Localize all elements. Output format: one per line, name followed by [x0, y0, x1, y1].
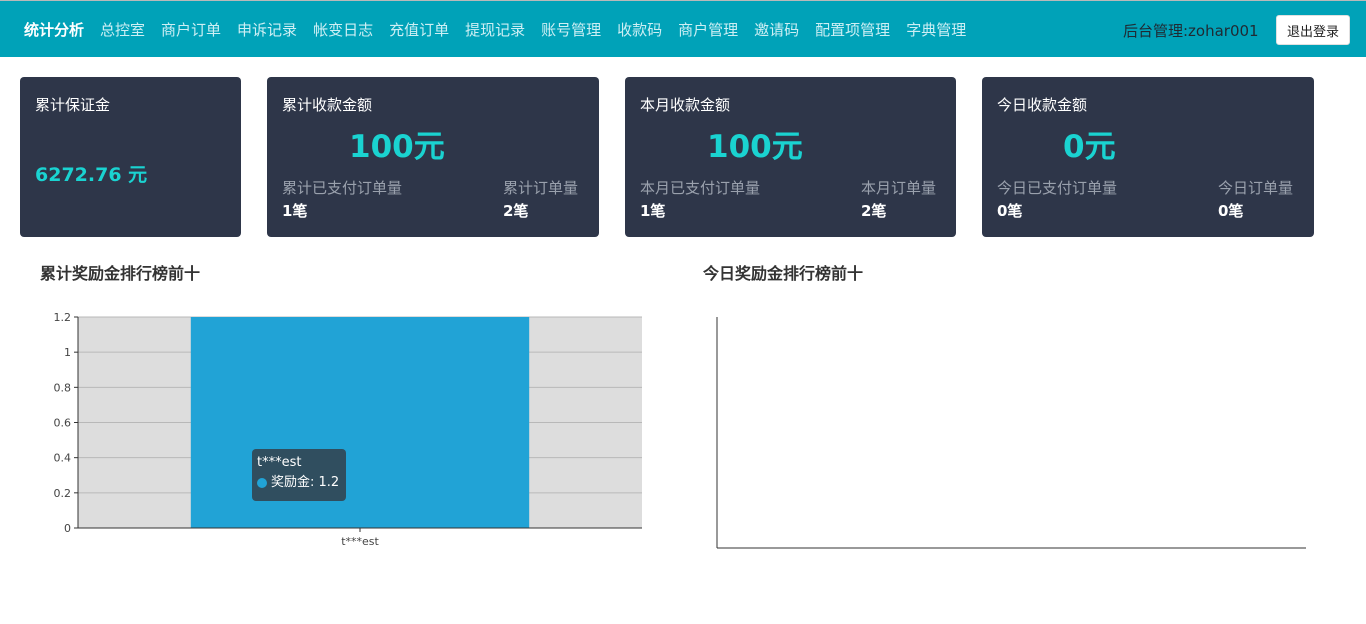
total-orders-label: 累计订单量	[503, 179, 579, 197]
tooltip-row: 奖励金: 1.2	[257, 475, 341, 491]
nav-item-1[interactable]: 总控室	[100, 19, 145, 40]
month-collection-title: 本月收款金额	[640, 96, 731, 114]
today-paid-orders-value: 0笔	[997, 202, 1023, 220]
deposit-title: 累计保证金	[35, 96, 111, 114]
total-paid-orders-label: 累计已支付订单量	[282, 179, 403, 197]
nav-item-6[interactable]: 提现记录	[465, 19, 525, 40]
deposit-value: 6272.76 元	[35, 164, 148, 186]
series-dot-icon	[257, 478, 267, 488]
total-paid-orders-value: 1笔	[282, 202, 308, 220]
chart-tooltip: t***est 奖励金: 1.2	[252, 449, 346, 501]
nav-item-4[interactable]: 帐变日志	[313, 19, 373, 40]
nav-item-9[interactable]: 商户管理	[678, 19, 738, 40]
tooltip-value: 奖励金: 1.2	[271, 475, 340, 490]
y-tick-label-3: 0.6	[54, 417, 72, 430]
y-tick-label-1: 0.2	[54, 487, 72, 500]
bar-0	[190, 317, 530, 528]
top-navigation-bar: 统计分析 总控室 商户订单 申诉记录 帐变日志 充值订单 提现记录 账号管理 收款码 商户管理 邀请…	[0, 0, 1366, 57]
total-collection-title: 累计收款金额	[282, 96, 373, 114]
month-collection-amount: 100元	[707, 129, 803, 165]
today-paid-orders-label: 今日已支付订单量	[997, 179, 1118, 197]
today-orders-value: 0笔	[1218, 202, 1244, 220]
y-tick-label-6: 1.2	[54, 311, 72, 324]
today-collection-card: 今日收款金额 0元 今日已支付订单量 0笔 今日订单量 0笔	[982, 77, 1314, 237]
nav-item-7[interactable]: 账号管理	[541, 19, 601, 40]
nav-item-2[interactable]: 商户订单	[161, 19, 221, 40]
main-nav: 统计分析 总控室 商户订单 申诉记录 帐变日志 充值订单 提现记录 账号管理 收款码 商户管理 邀请…	[24, 1, 982, 58]
total-collection-card: 累计收款金额 100元 累计已支付订单量 1笔 累计订单量 2笔	[267, 77, 599, 237]
y-tick-label-0: 0	[64, 522, 71, 535]
cumulative-ranking-chart: 0 0.2 0.4 0.6 0.8 1 1.2 t***est	[54, 311, 642, 548]
month-paid-orders-label: 本月已支付订单量	[640, 179, 761, 197]
admin-user-label: 后台管理:zohar001	[1123, 22, 1259, 40]
month-collection-card: 本月收款金额 100元 本月已支付订单量 1笔 本月订单量 2笔	[625, 77, 956, 237]
y-tick-label-2: 0.4	[54, 452, 72, 465]
nav-item-3[interactable]: 申诉记录	[237, 19, 297, 40]
nav-item-8[interactable]: 收款码	[617, 19, 662, 40]
today-orders-label: 今日订单量	[1218, 179, 1294, 197]
total-orders-value: 2笔	[503, 202, 529, 220]
nav-item-10[interactable]: 邀请码	[754, 19, 799, 40]
nav-item-5[interactable]: 充值订单	[389, 19, 449, 40]
month-orders-label: 本月订单量	[861, 179, 937, 197]
today-ranking-chart	[716, 317, 1306, 549]
today-ranking-title: 今日奖励金排行榜前十	[703, 264, 864, 283]
today-collection-title: 今日收款金额	[997, 96, 1088, 114]
month-orders-value: 2笔	[861, 202, 887, 220]
nav-item-0[interactable]: 统计分析	[24, 19, 84, 40]
deposit-card: 累计保证金 6272.76 元	[20, 77, 241, 237]
total-collection-amount: 100元	[349, 129, 445, 165]
nav-item-11[interactable]: 配置项管理	[815, 19, 890, 40]
cumulative-ranking-title: 累计奖励金排行榜前十	[40, 264, 201, 283]
month-paid-orders-value: 1笔	[640, 202, 666, 220]
logout-button[interactable]: 退出登录	[1276, 15, 1350, 45]
y-tick-label-4: 0.8	[54, 381, 72, 394]
today-collection-amount: 0元	[1063, 129, 1116, 165]
nav-item-12[interactable]: 字典管理	[906, 19, 966, 40]
x-tick-label-0: t***est	[341, 535, 379, 548]
y-tick-label-5: 1	[64, 346, 71, 359]
tooltip-category: t***est	[257, 455, 302, 470]
